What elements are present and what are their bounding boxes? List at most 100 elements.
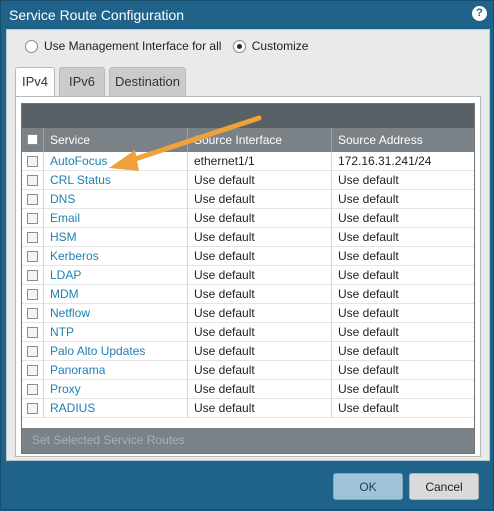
help-icon[interactable]: ? [472, 6, 487, 21]
table-row[interactable]: Email Use default Use default [22, 209, 474, 228]
service-name-link[interactable]: MDM [44, 285, 188, 304]
table-row[interactable]: Palo Alto Updates Use default Use default [22, 342, 474, 361]
table-row[interactable]: NTP Use default Use default [22, 323, 474, 342]
row-select-cell [22, 228, 44, 247]
source-interface-cell: ethernet1/1 [188, 152, 332, 171]
service-name-link[interactable]: CRL Status [44, 171, 188, 190]
service-name-link[interactable]: DNS [44, 190, 188, 209]
source-interface-cell: Use default [188, 171, 332, 190]
set-selected-service-routes-button[interactable]: Set Selected Service Routes [32, 433, 185, 447]
column-header-source-interface[interactable]: Source Interface [188, 128, 332, 152]
row-checkbox[interactable] [27, 289, 38, 300]
column-header-source-address[interactable]: Source Address [332, 128, 474, 152]
radio-button-checked[interactable] [232, 39, 246, 53]
source-address-cell: Use default [338, 401, 399, 415]
service-name-link[interactable]: Kerberos [44, 247, 188, 266]
table-row[interactable]: Proxy Use default Use default [22, 380, 474, 399]
radio-button-unchecked[interactable] [25, 39, 38, 53]
source-interface-cell: Use default [188, 209, 332, 228]
table-row[interactable]: LDAP Use default Use default [22, 266, 474, 285]
radio-label: Customize [251, 39, 309, 53]
source-interface-cell: Use default [188, 323, 332, 342]
service-name-link[interactable]: Palo Alto Updates [44, 342, 188, 361]
cancel-button[interactable]: Cancel [409, 473, 479, 500]
select-all-checkbox[interactable] [27, 134, 38, 145]
row-checkbox[interactable] [27, 403, 38, 414]
dialog-title: Service Route Configuration [9, 7, 185, 23]
table-row[interactable]: DNS Use default Use default [22, 190, 474, 209]
source-address-cell: Use default [338, 268, 399, 282]
table-toolbar [22, 104, 474, 128]
table-footer: Set Selected Service Routes [22, 428, 474, 453]
source-address-cell: Use default [338, 230, 399, 244]
dialog-body: Use Management Interface for all Customi… [6, 29, 490, 461]
source-interface-cell: Use default [188, 228, 332, 247]
row-select-cell [22, 304, 44, 323]
service-name-link[interactable]: LDAP [44, 266, 188, 285]
row-select-cell [22, 323, 44, 342]
source-address-cell: Use default [338, 192, 399, 206]
table-row[interactable]: Kerberos Use default Use default [22, 247, 474, 266]
source-address-cell: Use default [338, 249, 399, 263]
source-interface-cell: Use default [188, 285, 332, 304]
title-bar: Service Route Configuration ? [1, 1, 493, 29]
table-row[interactable]: AutoFocus ethernet1/1 172.16.31.241/24 [22, 152, 474, 171]
row-select-cell [22, 190, 44, 209]
service-route-dialog: Service Route Configuration ? Use Manage… [0, 0, 494, 510]
source-interface-cell: Use default [188, 247, 332, 266]
service-name-link[interactable]: Email [44, 209, 188, 228]
row-select-cell [22, 247, 44, 266]
table-row[interactable]: Panorama Use default Use default [22, 361, 474, 380]
service-name-link[interactable]: Netflow [44, 304, 188, 323]
table-row[interactable]: MDM Use default Use default [22, 285, 474, 304]
ok-button[interactable]: OK [333, 473, 403, 500]
row-checkbox[interactable] [27, 365, 38, 376]
source-interface-cell: Use default [188, 380, 332, 399]
table-row[interactable]: RADIUS Use default Use default [22, 399, 474, 418]
source-address-cell: Use default [338, 363, 399, 377]
source-interface-cell: Use default [188, 342, 332, 361]
use-management-interface-option[interactable]: Use Management Interface for all [25, 39, 221, 53]
row-checkbox[interactable] [27, 175, 38, 186]
radio-label: Use Management Interface for all [44, 39, 222, 53]
row-checkbox[interactable] [27, 213, 38, 224]
row-checkbox[interactable] [27, 384, 38, 395]
tab-ipv6[interactable]: IPv6 [59, 67, 105, 96]
row-checkbox[interactable] [27, 270, 38, 281]
row-checkbox[interactable] [27, 308, 38, 319]
row-checkbox[interactable] [27, 346, 38, 357]
table-row[interactable]: HSM Use default Use default [22, 228, 474, 247]
source-address-cell: Use default [338, 325, 399, 339]
source-address-cell: Use default [338, 382, 399, 396]
service-name-link[interactable]: Panorama [44, 361, 188, 380]
source-interface-cell: Use default [188, 266, 332, 285]
source-address-cell: Use default [338, 287, 399, 301]
table-row[interactable]: Netflow Use default Use default [22, 304, 474, 323]
row-select-cell [22, 152, 44, 171]
route-mode-options: Use Management Interface for all Customi… [25, 39, 316, 55]
row-checkbox[interactable] [27, 156, 38, 167]
column-header-service[interactable]: Service [44, 128, 188, 152]
tab-destination[interactable]: Destination [109, 67, 186, 96]
source-address-cell: Use default [338, 344, 399, 358]
row-checkbox[interactable] [27, 327, 38, 338]
row-checkbox[interactable] [27, 194, 38, 205]
tab-ipv4[interactable]: IPv4 [15, 67, 55, 97]
service-name-link[interactable]: NTP [44, 323, 188, 342]
customize-option[interactable]: Customize [232, 39, 309, 53]
row-checkbox[interactable] [27, 232, 38, 243]
service-name-link[interactable]: Proxy [44, 380, 188, 399]
row-select-cell [22, 399, 44, 418]
row-select-cell [22, 342, 44, 361]
row-select-cell [22, 171, 44, 190]
service-name-link[interactable]: AutoFocus [44, 152, 188, 171]
table-header: Service Source Interface Source Address [22, 128, 474, 152]
select-all-cell [22, 128, 44, 152]
source-address-cell: Use default [338, 211, 399, 225]
service-name-link[interactable]: RADIUS [44, 399, 188, 418]
service-routes-table: Service Source Interface Source Address … [21, 103, 475, 454]
service-name-link[interactable]: HSM [44, 228, 188, 247]
row-checkbox[interactable] [27, 251, 38, 262]
row-select-cell [22, 380, 44, 399]
table-row[interactable]: CRL Status Use default Use default [22, 171, 474, 190]
